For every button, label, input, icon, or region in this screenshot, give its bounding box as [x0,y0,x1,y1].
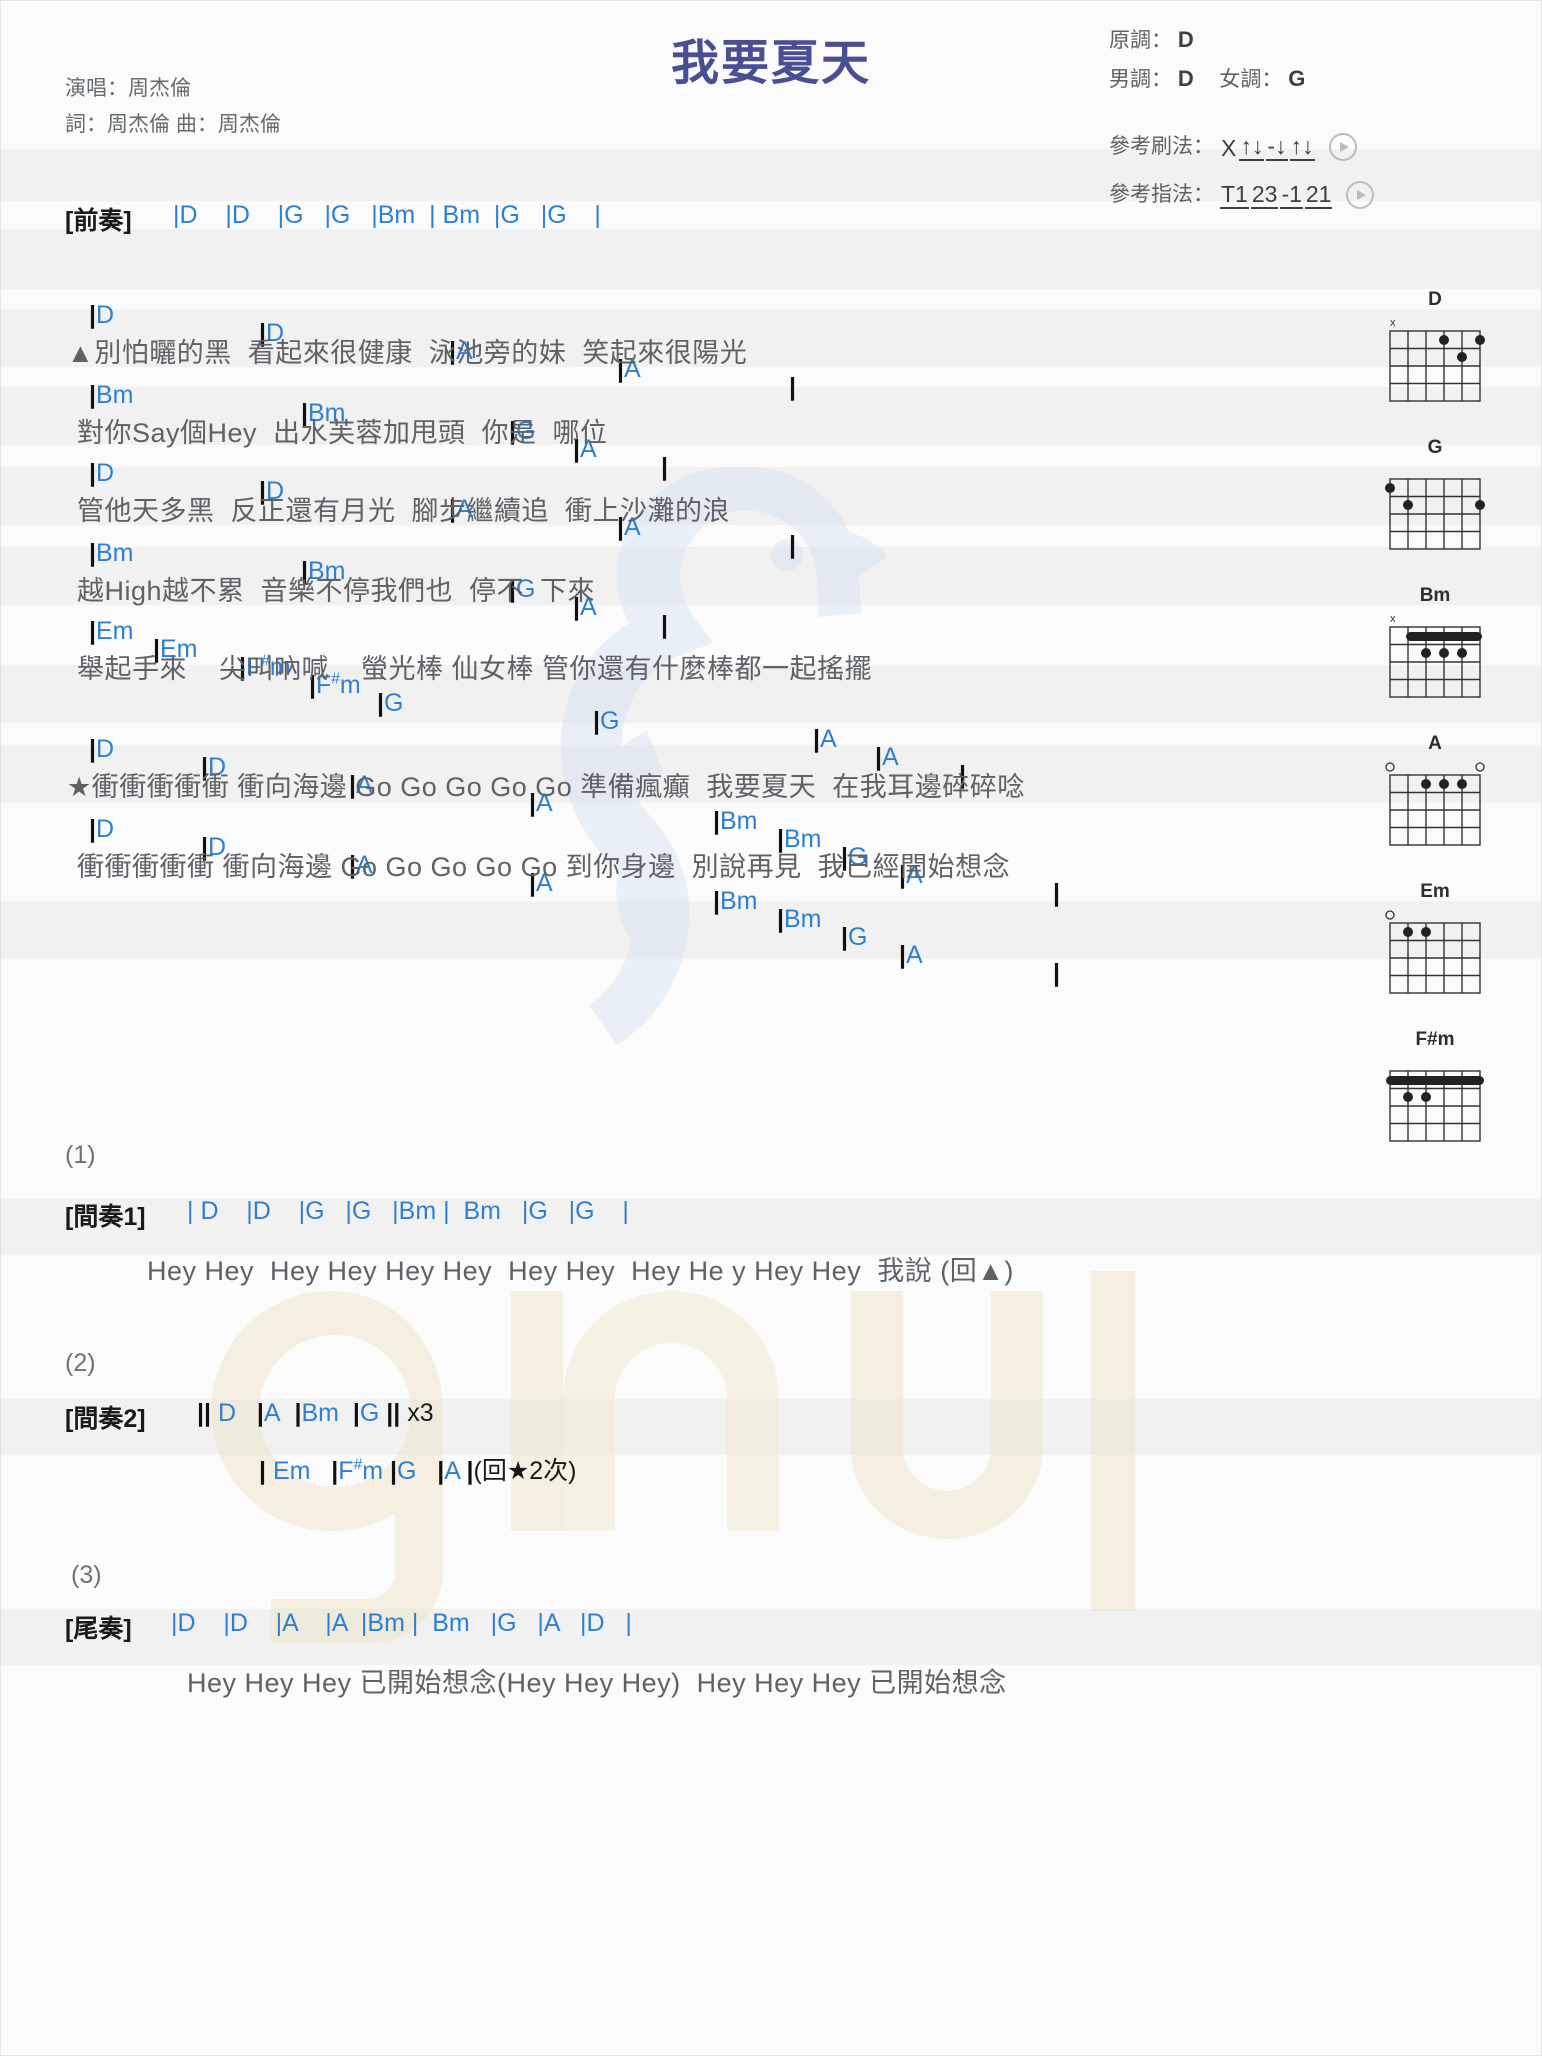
male-key-value: D [1177,66,1194,91]
chord-diagram-name: A [1428,733,1442,754]
male-key-label: 男調： [1109,68,1172,91]
interlude2-chords-line2: | Em |F#m |G |A |(回★2次) [259,1456,577,1485]
row-band [1,901,1541,959]
finger-pattern-row: 參考指法： T1 23 -1 21 [1109,171,1375,219]
original-key-value: D [1177,27,1194,52]
chord-diagram-name: Em [1420,881,1450,902]
chord-diagram-Fsharp-m: F#m [1375,1029,1495,1147]
female-key-label: 女調： [1219,68,1283,91]
fretboard-grid [1386,1070,1484,1142]
fretboard-grid [1385,478,1485,550]
original-key-label: 原調： [1109,29,1172,52]
outro-tag: [尾奏] [65,1615,132,1643]
chord-diagram-Em: Em [1375,881,1495,999]
interlude2-chords-line1: || D |A |Bm |G || x3 [197,1399,434,1427]
chord-diagram-D: D x [1375,289,1495,407]
fretboard-grid [1385,762,1485,846]
finger-group-2: 23 [1250,181,1279,209]
open-string-marker [1385,910,1395,920]
intro-tag: [前奏] [65,207,132,235]
interlude2-tag: [間奏2] [65,1405,146,1433]
muted-string-marker: x [1390,317,1396,329]
strum-x: X [1221,135,1237,161]
verse-chordrow-5: |Em |Em |F#m |F#m |G |G |A |A | [89,617,966,789]
outro-chords: |D |D |A |A |Bm | Bm |G |A |D | [171,1609,632,1637]
finger-pattern-label: 參考指法： [1109,183,1214,206]
finger-dots [1403,927,1431,937]
verse-chordrow-1: |D |D |A |A | [89,301,796,401]
interlude1-lyric: Hey Hey Hey Hey Hey Hey Hey Hey Hey He y… [147,1256,1014,1286]
strum-group-1: ↑↓ [1239,133,1265,161]
lyricist-composer-line: 詞：周杰倫 曲：周杰倫 [65,113,281,136]
pattern-block: 參考刷法： X ↑↓ -↓ ↑↓ 參考指法： T1 23 -1 21 [1109,123,1375,219]
finger-group-3: -1 [1280,181,1303,209]
muted-string-marker: x [1390,613,1396,625]
barre-bar [1406,632,1482,641]
verse-chordrow-4: |Bm |Bm |G |A | [89,539,668,639]
original-key-row: 原調： D [1109,21,1305,60]
finger-dots [1403,1092,1431,1102]
chord-diagram-Bm: Bm x [1375,585,1495,703]
chorus-chordrow-2: |D |D |A |A |Bm |Bm |G |A | [89,815,1060,987]
chord-diagram-name: D [1428,289,1442,310]
row-band [1,229,1541,289]
intro-chords: |D |D |G |G |Bm | Bm |G |G | [173,201,601,229]
strum-group-3: ↑↓ [1289,133,1315,161]
interlude1-tag: [間奏1] [65,1203,146,1231]
chorus-lyric-2: 衝衝衝衝衝 衝向海邊 Go Go Go Go Go 到你身邊 別說再見 我已經開… [77,852,1011,882]
fretboard-grid [1385,910,1481,994]
interlude1-chords: | D |D |G |G |Bm | Bm |G |G | [187,1197,629,1225]
female-key-value: G [1288,66,1306,91]
credits-block: 演唱：周杰倫 詞：周杰倫 曲：周杰倫 [65,71,281,143]
finger-dots [1421,779,1467,789]
male-female-key-row: 男調： D 女調： G [1109,60,1305,99]
play-finger-button[interactable] [1346,181,1375,209]
chord-diagram-G: G [1375,437,1495,555]
strum-pattern-notation: X ↑↓ -↓ ↑↓ [1220,133,1315,161]
chord-diagram-A: A [1375,733,1495,851]
finger-pattern-notation: T1 23 -1 21 [1220,181,1333,209]
key-info-block: 原調： D 男調： D 女調： G [1109,21,1305,99]
singer-line: 演唱：周杰倫 [65,77,191,100]
chord-diagram-name: G [1427,437,1443,458]
open-string-marker [1385,762,1395,772]
finger-group-1: T1 [1220,181,1249,209]
chorus-chordrow-1: |D |D |A |A |Bm |Bm |G |A | [89,735,1060,907]
strum-group-2: -↓ [1266,133,1288,161]
outro-lyric: Hey Hey Hey 已開始想念(Hey Hey Hey) Hey Hey H… [187,1668,1007,1698]
play-triangle-icon [1339,142,1349,152]
chord-diagram-name: Bm [1419,585,1451,606]
fretboard-grid: x [1389,317,1485,402]
fretboard-grid: x [1389,613,1482,698]
verse-chordrow-3: |D |D |A |A | [89,459,796,559]
strum-pattern-row: 參考刷法： X ↑↓ -↓ ↑↓ [1109,123,1374,171]
finger-dots [1421,648,1467,658]
play-strum-button[interactable] [1328,133,1357,161]
chord-sheet-page: 我要夏天 演唱：周杰倫 詞：周杰倫 曲：周杰倫 原調： D 男調： D 女調： … [0,0,1542,2056]
chord-diagram-column: D x G Bm x A Em F#m [1375,289,1495,1177]
outro-number: (3) [71,1561,102,1589]
verse-chordrow-2: |Bm |Bm |G |A | [89,381,668,481]
barre-bar [1386,1076,1484,1085]
chord-diagram-name: F#m [1415,1029,1455,1050]
finger-group-4: 21 [1304,181,1333,209]
open-string-marker [1475,762,1485,772]
play-triangle-icon [1357,190,1367,200]
verse-lyric-5: 舉起手來 尖叫吶喊 螢光棒 仙女棒 管你還有什麼棒都一起搖擺 [77,654,873,684]
interlude1-number: (1) [65,1141,96,1169]
interlude2-number: (2) [65,1349,96,1377]
